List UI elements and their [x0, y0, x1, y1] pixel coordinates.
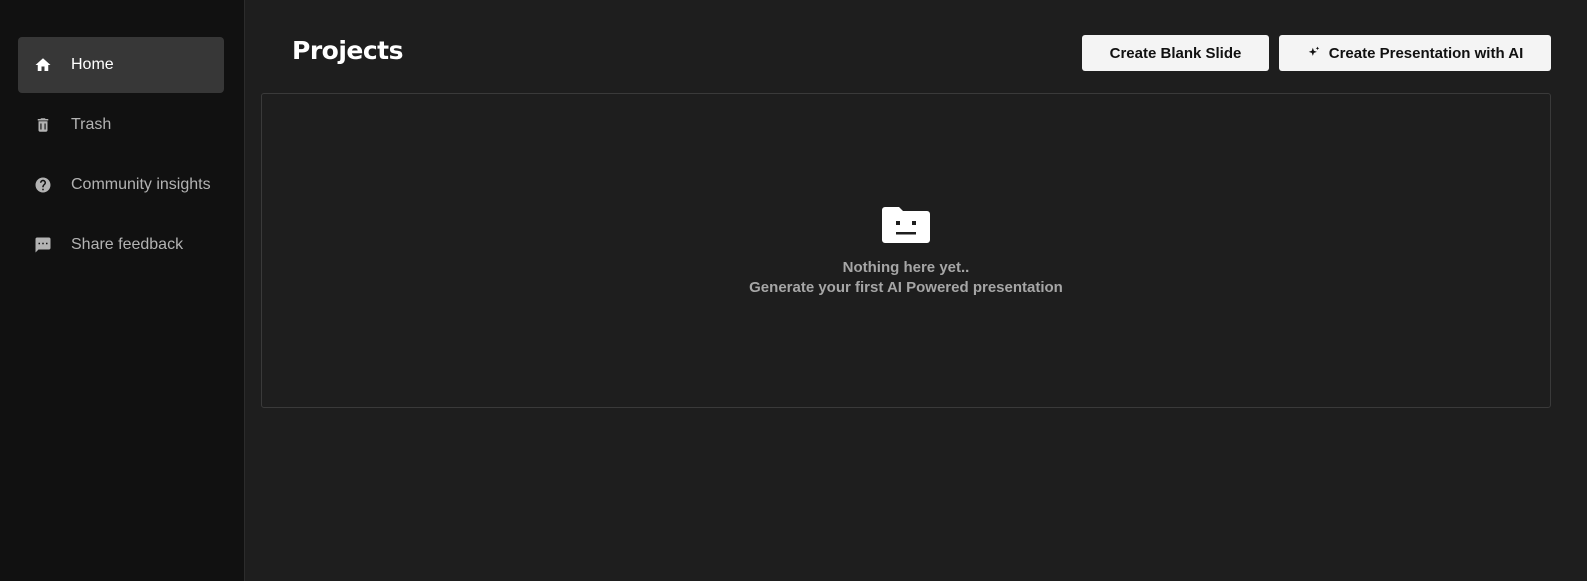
create-presentation-ai-label: Create Presentation with AI	[1328, 44, 1524, 62]
empty-state: Nothing here yet.. Generate your first A…	[262, 204, 1550, 298]
projects-panel: Nothing here yet.. Generate your first A…	[261, 93, 1551, 408]
page-title: Projects	[292, 36, 404, 65]
sidebar-item-share-feedback[interactable]: Share feedback	[18, 217, 224, 273]
sidebar-item-label: Home	[71, 56, 114, 73]
sidebar-item-label: Share feedback	[71, 236, 184, 253]
empty-state-title: Nothing here yet..	[842, 259, 970, 276]
create-blank-slide-label: Create Blank Slide	[1109, 44, 1242, 62]
create-presentation-ai-button[interactable]: Create Presentation with AI	[1279, 35, 1551, 71]
empty-state-subtitle: Generate your first AI Powered presentat…	[749, 279, 1063, 296]
sad-folder-icon	[882, 207, 930, 243]
main-content: Projects Create Blank Slide Create Prese…	[245, 0, 1587, 581]
sidebar-item-trash[interactable]: Trash	[18, 97, 224, 153]
sidebar-item-label: Trash	[71, 116, 112, 133]
app-root: Home Trash Community insights Share feed…	[0, 0, 1587, 581]
home-icon	[33, 55, 53, 75]
help-circle-icon	[33, 175, 53, 195]
sparkle-icon	[1307, 46, 1321, 60]
feedback-icon	[33, 235, 53, 255]
sidebar-item-label: Community insights	[71, 176, 211, 193]
create-blank-slide-button[interactable]: Create Blank Slide	[1082, 35, 1269, 71]
sidebar-item-community-insights[interactable]: Community insights	[18, 157, 224, 213]
sidebar: Home Trash Community insights Share feed…	[0, 0, 245, 581]
trash-icon	[33, 115, 53, 135]
sidebar-item-home[interactable]: Home	[18, 37, 224, 93]
